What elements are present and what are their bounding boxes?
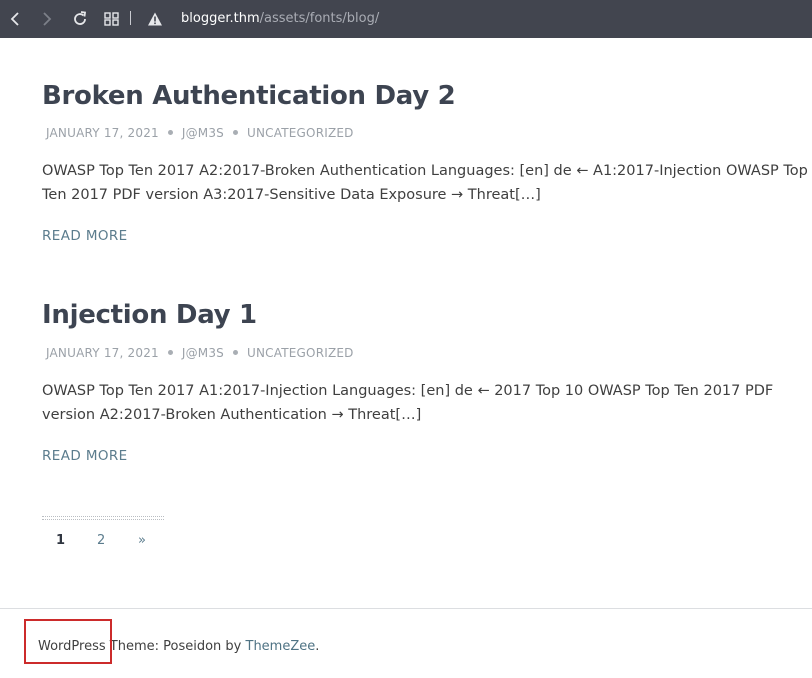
post-date[interactable]: JANUARY 17, 2021 — [46, 346, 159, 360]
highlight-box — [24, 619, 112, 664]
warning-icon[interactable] — [147, 11, 163, 31]
meta-separator — [167, 350, 173, 355]
meta-separator — [167, 130, 173, 135]
url-host: blogger.thm — [181, 11, 260, 26]
footer-period: . — [315, 639, 320, 654]
excerpt-line: OWASP Top Ten 2017 A2:2017-Broken Authen… — [42, 163, 808, 179]
post-title[interactable]: Injection Day 1 — [42, 300, 257, 330]
page-current: 1 — [56, 533, 66, 548]
reload-icon[interactable] — [70, 9, 90, 29]
post-date[interactable]: JANUARY 17, 2021 — [46, 126, 159, 140]
post-author[interactable]: J@M3S — [182, 126, 224, 140]
read-more-link[interactable]: READ MORE — [42, 228, 128, 244]
url-path: /assets/fonts/blog/ — [259, 11, 380, 26]
toolbar-divider — [130, 11, 131, 25]
pagination-divider — [42, 516, 164, 520]
page-link-2[interactable]: 2 — [97, 533, 105, 548]
address-bar[interactable]: blogger.thm/assets/fonts/blog/ — [181, 10, 379, 28]
excerpt-line: version A2:2017-Broken Authentication → … — [42, 407, 422, 423]
post-category[interactable]: UNCATEGORIZED — [247, 126, 354, 140]
chevron-right-icon[interactable] — [36, 9, 56, 29]
chevron-left-icon[interactable] — [6, 9, 26, 29]
grid-icon[interactable] — [102, 9, 122, 29]
read-more-link[interactable]: READ MORE — [42, 448, 128, 464]
browser-toolbar: blogger.thm/assets/fonts/blog/ — [0, 0, 812, 38]
post-category[interactable]: UNCATEGORIZED — [247, 346, 354, 360]
meta-separator — [233, 130, 239, 135]
post-author[interactable]: J@M3S — [182, 346, 224, 360]
excerpt-line: Ten 2017 PDF version A3:2017-Sensitive D… — [42, 187, 541, 203]
post-title[interactable]: Broken Authentication Day 2 — [42, 81, 456, 111]
post-excerpt: OWASP Top Ten 2017 A1:2017-Injection Lan… — [42, 379, 812, 427]
themezee-link[interactable]: ThemeZee — [246, 639, 316, 654]
post-excerpt: OWASP Top Ten 2017 A2:2017-Broken Authen… — [42, 159, 812, 207]
excerpt-line: OWASP Top Ten 2017 A1:2017-Injection Lan… — [42, 383, 774, 399]
post-meta: JANUARY 17, 2021 J@M3S UNCATEGORIZED — [46, 346, 354, 360]
meta-separator — [233, 350, 239, 355]
theme-text: Theme: Poseidon by — [105, 639, 246, 654]
page-next-link[interactable]: » — [138, 533, 146, 548]
post-meta: JANUARY 17, 2021 J@M3S UNCATEGORIZED — [46, 126, 354, 140]
footer-divider — [0, 608, 812, 609]
